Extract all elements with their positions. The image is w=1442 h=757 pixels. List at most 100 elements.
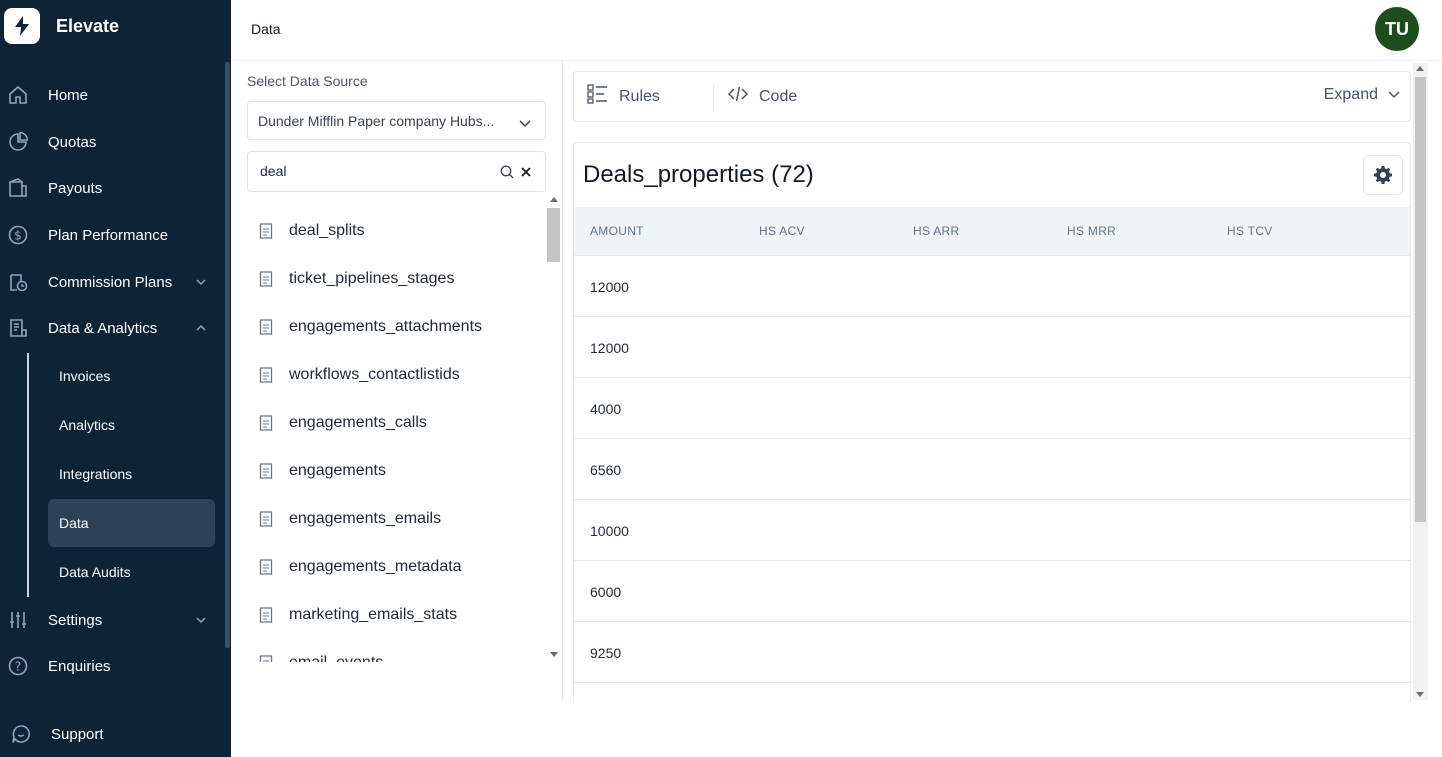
list-item[interactable]: engagements_attachments bbox=[247, 303, 546, 351]
document-icon bbox=[259, 319, 273, 340]
table-row: 6560 bbox=[574, 439, 1410, 500]
table-list-scrollbar[interactable] bbox=[547, 194, 560, 660]
table-search bbox=[247, 151, 546, 192]
table-card: Deals_properties (72) AMOUNT HS ACV HS A… bbox=[573, 142, 1411, 702]
main-scrollbar[interactable] bbox=[1413, 63, 1428, 700]
table-title: Deals_properties (72) bbox=[583, 161, 814, 188]
code-icon bbox=[727, 84, 749, 109]
table-name: engagements bbox=[289, 462, 386, 479]
sidebar-item-label: Home bbox=[48, 86, 89, 104]
search-icon[interactable] bbox=[500, 165, 514, 184]
sidebar-subitem-invoices[interactable]: Invoices bbox=[48, 352, 215, 400]
sidebar: Elevate Home Quotas Payouts $ Plan Perfo… bbox=[0, 0, 231, 757]
table-cell-amount: 10000 bbox=[590, 523, 629, 539]
sidebar-subitem-label: Integrations bbox=[59, 466, 133, 482]
table-cell-amount: 12000 bbox=[590, 279, 629, 295]
table-row: 12000 bbox=[574, 256, 1410, 317]
scroll-up-arrow-icon[interactable] bbox=[550, 197, 558, 202]
table-row: 12000 bbox=[574, 317, 1410, 378]
document-icon bbox=[259, 511, 273, 532]
table-settings-button[interactable] bbox=[1363, 155, 1403, 195]
column-header-hs-acv[interactable]: HS ACV bbox=[759, 224, 805, 238]
table-row: 10000 bbox=[574, 500, 1410, 561]
data-source-select[interactable]: Dunder Mifflin Paper company Hubs... bbox=[247, 101, 546, 140]
sidebar-subitem-data-audits[interactable]: Data Audits bbox=[48, 548, 215, 596]
table-cell-amount: 6560 bbox=[590, 462, 622, 478]
list-item[interactable]: engagements bbox=[247, 447, 546, 495]
sidebar-item-payouts[interactable]: Payouts bbox=[0, 168, 231, 208]
sidebar-item-settings[interactable]: Settings bbox=[0, 600, 231, 640]
dollar-circle-icon: $ bbox=[7, 224, 29, 246]
sidebar-item-enquiries[interactable]: ? Enquiries bbox=[0, 646, 231, 686]
list-item[interactable]: workflows_contactlistids bbox=[247, 351, 546, 399]
wallet-icon bbox=[7, 177, 29, 199]
lightning-bolt-icon bbox=[4, 8, 40, 44]
avatar[interactable]: TU bbox=[1375, 7, 1419, 51]
document-icon bbox=[259, 607, 273, 628]
sidebar-item-support[interactable]: Support bbox=[0, 714, 231, 754]
sidebar-item-label: Data & Analytics bbox=[48, 319, 158, 337]
sidebar-scrollbar[interactable] bbox=[225, 62, 230, 648]
column-header-amount[interactable]: AMOUNT bbox=[590, 224, 644, 238]
document-chart-icon bbox=[7, 317, 29, 339]
scroll-down-arrow-icon[interactable] bbox=[550, 652, 558, 657]
table-search-input[interactable] bbox=[260, 163, 490, 179]
list-item[interactable]: engagements_calls bbox=[247, 399, 546, 447]
pane-divider bbox=[562, 61, 563, 701]
document-icon bbox=[259, 223, 273, 244]
document-icon bbox=[259, 655, 273, 662]
sidebar-item-plan-performance[interactable]: $ Plan Performance bbox=[0, 215, 231, 255]
chevron-down-icon[interactable] bbox=[194, 275, 208, 289]
scroll-thumb[interactable] bbox=[1415, 77, 1426, 522]
close-icon[interactable] bbox=[520, 165, 532, 183]
sidebar-item-label: Plan Performance bbox=[48, 226, 169, 244]
brand[interactable]: Elevate bbox=[4, 8, 119, 44]
expand-label: Expand bbox=[1323, 86, 1378, 103]
chevron-up-icon[interactable] bbox=[194, 321, 208, 335]
sidebar-item-commission-plans[interactable]: Commission Plans bbox=[0, 262, 231, 302]
table-name: email_events bbox=[289, 654, 383, 662]
list-item[interactable]: engagements_metadata bbox=[247, 543, 546, 591]
page-title: Data bbox=[251, 21, 281, 37]
list-item[interactable]: marketing_emails_stats bbox=[247, 591, 546, 639]
code-button[interactable]: Code bbox=[727, 84, 797, 109]
sidebar-subitem-label: Data Audits bbox=[59, 564, 131, 580]
scroll-down-arrow-icon[interactable] bbox=[1416, 692, 1424, 697]
column-header-hs-arr[interactable]: HS ARR bbox=[913, 224, 959, 238]
svg-text:$: $ bbox=[14, 229, 22, 243]
data-source-value: Dunder Mifflin Paper company Hubs... bbox=[258, 112, 495, 129]
list-item[interactable]: deal_splits bbox=[247, 207, 546, 255]
home-icon bbox=[7, 84, 29, 106]
list-item[interactable]: email_events bbox=[247, 639, 546, 662]
sidebar-item-home[interactable]: Home bbox=[0, 75, 231, 115]
document-icon bbox=[259, 559, 273, 580]
column-header-hs-tcv[interactable]: HS TCV bbox=[1227, 224, 1273, 238]
scroll-thumb[interactable] bbox=[547, 208, 560, 262]
code-label: Code bbox=[759, 87, 798, 105]
rules-button[interactable]: Rules bbox=[587, 84, 660, 109]
sidebar-subitem-label: Analytics bbox=[59, 417, 116, 433]
list-item[interactable]: ticket_pipelines_stages bbox=[247, 255, 546, 303]
gear-icon bbox=[1374, 166, 1392, 184]
sidebar-item-data-analytics[interactable]: Data & Analytics bbox=[0, 308, 231, 348]
expand-button[interactable]: Expand bbox=[1324, 86, 1400, 104]
sliders-icon bbox=[7, 609, 29, 631]
table-cell-amount: 4000 bbox=[590, 401, 622, 417]
top-bar: Data TU bbox=[231, 0, 1442, 61]
svg-text:?: ? bbox=[15, 660, 21, 674]
toolbar-divider bbox=[713, 84, 714, 110]
chevron-down-icon[interactable] bbox=[194, 613, 208, 627]
sidebar-subitem-integrations[interactable]: Integrations bbox=[48, 450, 215, 498]
scroll-up-arrow-icon[interactable] bbox=[1416, 66, 1424, 71]
submenu-guide-line bbox=[27, 353, 29, 597]
table-cell-amount: 6000 bbox=[590, 584, 622, 600]
column-header-hs-mrr[interactable]: HS MRR bbox=[1067, 224, 1116, 238]
list-item[interactable]: engagements_emails bbox=[247, 495, 546, 543]
sidebar-item-label: Settings bbox=[48, 611, 103, 629]
sidebar-subitem-analytics[interactable]: Analytics bbox=[48, 401, 215, 449]
sidebar-subitem-data[interactable]: Data bbox=[48, 499, 215, 547]
document-icon bbox=[259, 415, 273, 436]
table-cell-amount: 12000 bbox=[590, 340, 629, 356]
sidebar-item-quotas[interactable]: Quotas bbox=[0, 122, 231, 162]
table-header: AMOUNT HS ACV HS ARR HS MRR HS TCV bbox=[574, 207, 1410, 256]
